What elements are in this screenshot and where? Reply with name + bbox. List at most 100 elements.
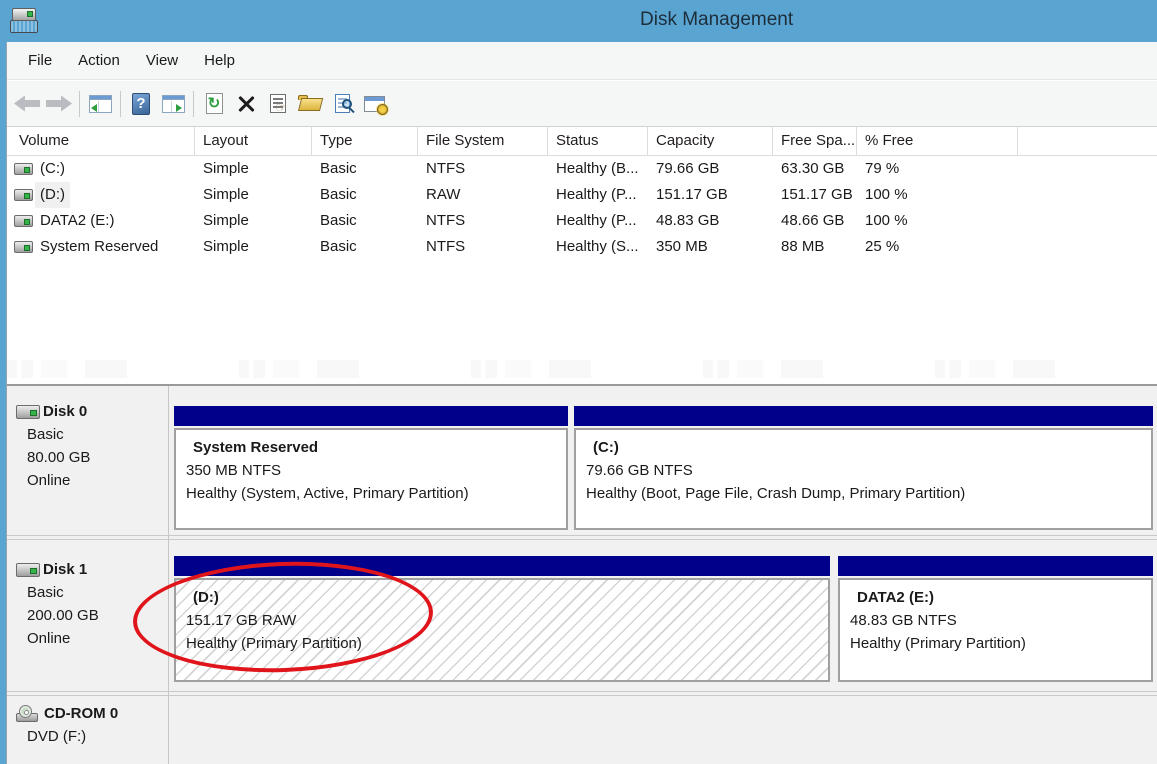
column-header-free-space[interactable]: Free Spa... (773, 127, 857, 156)
partition-system-reserved[interactable]: System Reserved 350 MB NTFS Healthy (Sys… (174, 428, 568, 530)
column-header-type[interactable]: Type (312, 127, 418, 156)
disk0-kind: Basic (27, 423, 90, 446)
menu-help[interactable]: Help (204, 52, 235, 69)
volume-row-d[interactable]: (D:) (7, 182, 195, 208)
cell-pct-free: 100 % (857, 182, 1018, 208)
cell-empty (1018, 208, 1157, 234)
find-icon[interactable] (326, 88, 358, 120)
cell-status: Healthy (B... (548, 156, 648, 182)
partition-c[interactable]: (C:) 79.66 GB NTFS Healthy (Boot, Page F… (574, 428, 1153, 530)
partition-bar-data2-e (838, 556, 1153, 576)
menu-view[interactable]: View (146, 52, 178, 69)
cell-empty (1018, 156, 1157, 182)
volume-icon (14, 189, 33, 201)
menu-file[interactable]: File (28, 52, 52, 69)
column-header-volume[interactable]: Volume (7, 127, 195, 156)
toolbar-separator (193, 91, 194, 117)
disk0-size: 80.00 GB (27, 446, 90, 469)
cell-empty (1018, 234, 1157, 260)
show-console-tree-icon[interactable] (84, 88, 116, 120)
cell-type: Basic (312, 156, 418, 182)
disk-row-divider (0, 695, 1157, 696)
column-header-empty[interactable] (1018, 127, 1157, 156)
partition-status: Healthy (Primary Partition) (850, 632, 1151, 655)
volume-table: Volume Layout Type File System Status Ca… (7, 127, 1157, 260)
disk1-label[interactable]: Disk 1 Basic 200.00 GB Online (27, 558, 99, 650)
cell-fs: NTFS (418, 234, 548, 260)
disk1-kind: Basic (27, 581, 99, 604)
properties-icon[interactable]: ☞ (262, 88, 294, 120)
volume-icon (14, 215, 33, 227)
volume-icon (14, 163, 33, 175)
help-icon[interactable]: ? (125, 88, 157, 120)
volume-icon (14, 241, 33, 253)
window-left-border-line (6, 42, 7, 764)
disk-icon (16, 563, 40, 577)
disk1-size: 200.00 GB (27, 604, 99, 627)
column-header-capacity[interactable]: Capacity (648, 127, 773, 156)
cell-pct-free: 79 % (857, 156, 1018, 182)
cell-pct-free: 100 % (857, 208, 1018, 234)
disk0-state: Online (27, 469, 90, 492)
cell-fs: NTFS (418, 156, 548, 182)
forward-icon[interactable] (43, 88, 75, 120)
column-header-file-system[interactable]: File System (418, 127, 548, 156)
label-column-separator (168, 386, 169, 764)
menu-action[interactable]: Action (78, 52, 120, 69)
toolbar: ? ↻ ☞ (7, 81, 1157, 127)
cell-free-space: 151.17 GB (773, 182, 857, 208)
cell-capacity: 48.83 GB (648, 208, 773, 234)
volume-row-data2-e[interactable]: DATA2 (E:) (7, 208, 195, 234)
column-header-pct-free[interactable]: % Free (857, 127, 1018, 156)
cdrom0-label[interactable]: CD-ROM 0 DVD (F:) (27, 702, 118, 748)
disk-row-divider (0, 539, 1157, 540)
cell-layout: Simple (195, 208, 312, 234)
back-icon[interactable] (11, 88, 43, 120)
disk-management-window: Disk Management File Action View Help ? … (0, 0, 1157, 764)
disk-management-icon (9, 5, 39, 35)
cell-status: Healthy (S... (548, 234, 648, 260)
cell-type: Basic (312, 182, 418, 208)
partition-status: Healthy (System, Active, Primary Partiti… (186, 482, 566, 505)
partition-bar-system-reserved (174, 406, 568, 426)
volume-list-pane: Volume Layout Type File System Status Ca… (7, 127, 1157, 384)
cell-type: Basic (312, 234, 418, 260)
graphical-view-pane: Disk 0 Basic 80.00 GB Online System Rese… (0, 386, 1157, 764)
cell-free-space: 48.66 GB (773, 208, 857, 234)
partition-data2-e[interactable]: DATA2 (E:) 48.83 GB NTFS Healthy (Primar… (838, 578, 1153, 682)
cell-fs: NTFS (418, 208, 548, 234)
volume-row-c[interactable]: (C:) (7, 156, 195, 182)
refresh-icon[interactable]: ↻ (198, 88, 230, 120)
column-header-status[interactable]: Status (548, 127, 648, 156)
open-icon[interactable] (294, 88, 326, 120)
cell-capacity: 151.17 GB (648, 182, 773, 208)
volume-row-system-reserved[interactable]: System Reserved (7, 234, 195, 260)
cell-layout: Simple (195, 182, 312, 208)
partition-size-fs: 48.83 GB NTFS (850, 609, 1151, 632)
cell-free-space: 63.30 GB (773, 156, 857, 182)
window-title: Disk Management (640, 9, 793, 31)
title-bar[interactable]: Disk Management (0, 0, 1157, 42)
cell-capacity: 350 MB (648, 234, 773, 260)
cell-empty (1018, 182, 1157, 208)
cell-status: Healthy (P... (548, 208, 648, 234)
cdrom0-kind: DVD (F:) (27, 725, 118, 748)
cdrom-icon (16, 705, 41, 722)
disk-icon (16, 405, 40, 419)
cell-layout: Simple (195, 156, 312, 182)
column-header-layout[interactable]: Layout (195, 127, 312, 156)
partition-size-fs: 79.66 GB NTFS (586, 459, 1151, 482)
cell-capacity: 79.66 GB (648, 156, 773, 182)
disk-row-divider (0, 691, 1157, 692)
partition-status: Healthy (Boot, Page File, Crash Dump, Pr… (586, 482, 1151, 505)
cell-pct-free: 25 % (857, 234, 1018, 260)
cell-fs: RAW (418, 182, 548, 208)
show-action-pane-icon[interactable] (157, 88, 189, 120)
watermark-band (7, 360, 1157, 378)
partition-size-fs: 350 MB NTFS (186, 459, 566, 482)
menu-bar: File Action View Help (7, 42, 1157, 80)
disk0-label[interactable]: Disk 0 Basic 80.00 GB Online (27, 400, 90, 492)
delete-icon[interactable] (230, 88, 262, 120)
toolbar-separator (79, 91, 80, 117)
disk-settings-icon[interactable] (358, 88, 390, 120)
